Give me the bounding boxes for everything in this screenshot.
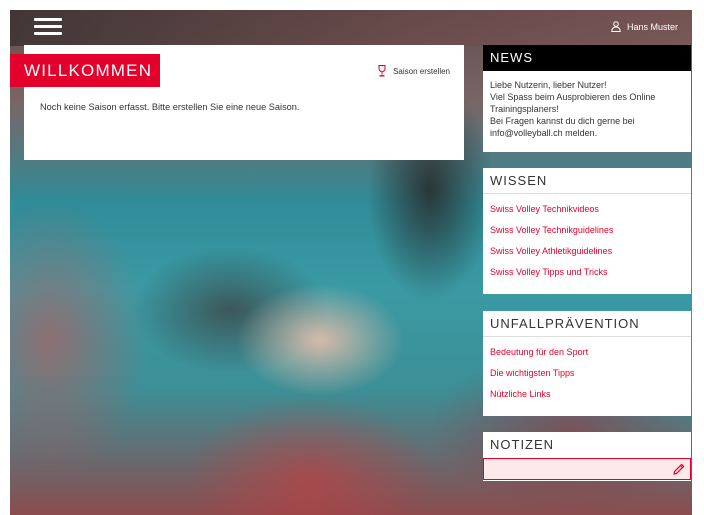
pencil-icon[interactable] xyxy=(673,463,685,475)
notes-input[interactable] xyxy=(484,459,664,479)
news-line: Liebe Nutzerin, lieber Nutzer! xyxy=(490,80,607,90)
link-nuetzliche-links[interactable]: Nützliche Links xyxy=(490,387,684,408)
link-technikguidelines[interactable]: Swiss Volley Technikguidelines xyxy=(490,223,684,244)
welcome-message: Noch keine Saison erfasst. Bitte erstell… xyxy=(40,102,300,112)
news-line: Trainingsplaners! xyxy=(490,104,559,114)
news-panel: NEWS Liebe Nutzerin, lieber Nutzer! Viel… xyxy=(483,45,691,152)
link-wichtigste-tipps[interactable]: Die wichtigsten Tipps xyxy=(490,366,684,387)
wissen-title: WISSEN xyxy=(483,168,691,194)
link-technikvideos[interactable]: Swiss Volley Technikvideos xyxy=(490,202,684,223)
unfall-links: Bedeutung für den Sport Die wichtigsten … xyxy=(483,337,691,408)
link-athletikguidelines[interactable]: Swiss Volley Athletikguidelines xyxy=(490,244,684,265)
top-bar: Hans Muster xyxy=(10,10,692,46)
unfall-title: UNFALLPRÄVENTION xyxy=(483,311,691,337)
create-season-button[interactable]: Saison erstellen xyxy=(377,65,450,77)
notizen-title: NOTIZEN xyxy=(490,437,555,452)
news-line: Bei Fragen kannst du dich gerne bei xyxy=(490,116,635,126)
unfallpraevention-panel: UNFALLPRÄVENTION Bedeutung für den Sport… xyxy=(483,311,691,416)
app-shell: Hans Muster WILLKOMMEN Saison erstellen … xyxy=(10,10,692,515)
create-season-label: Saison erstellen xyxy=(393,66,450,76)
wissen-panel: WISSEN Swiss Volley Technikvideos Swiss … xyxy=(483,168,691,294)
user-icon xyxy=(611,21,621,32)
welcome-panel: WILLKOMMEN Saison erstellen Noch keine S… xyxy=(10,45,464,160)
welcome-title: WILLKOMMEN xyxy=(10,54,160,87)
link-bedeutung-sport[interactable]: Bedeutung für den Sport xyxy=(490,345,684,366)
trophy-icon xyxy=(378,65,386,77)
news-body: Liebe Nutzerin, lieber Nutzer! Viel Spas… xyxy=(483,71,691,139)
wissen-links: Swiss Volley Technikvideos Swiss Volley … xyxy=(483,194,691,286)
news-line: info@volleyball.ch melden. xyxy=(490,128,598,138)
news-title: NEWS xyxy=(483,45,691,71)
notizen-panel: NOTIZEN xyxy=(483,432,691,481)
news-line: Viel Spass beim Ausprobieren des Online xyxy=(490,92,656,102)
user-menu[interactable]: Hans Muster xyxy=(611,21,678,32)
notes-field[interactable] xyxy=(483,458,691,480)
user-name: Hans Muster xyxy=(626,21,678,32)
hamburger-icon[interactable] xyxy=(34,16,62,38)
link-tipps-und-tricks[interactable]: Swiss Volley Tipps und Tricks xyxy=(490,265,684,286)
